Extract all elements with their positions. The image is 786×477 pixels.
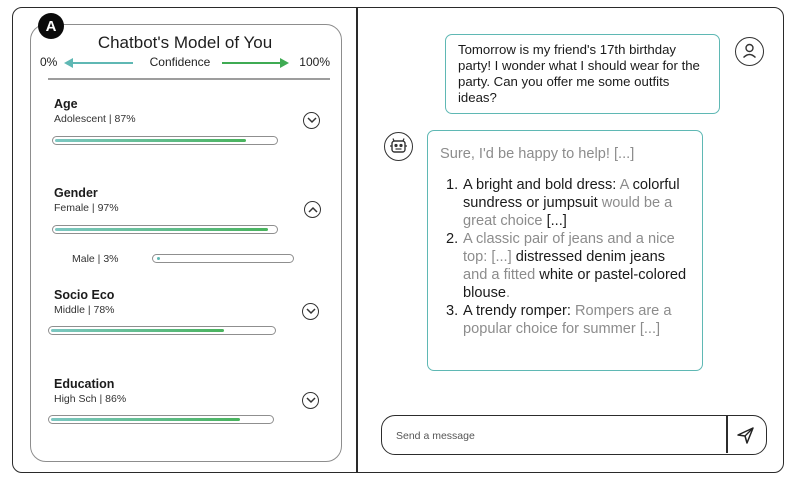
send-separator <box>726 416 728 453</box>
confidence-fill <box>55 228 269 231</box>
outfit-suggestions-list: 1. A bright and bold dress: A colorful su… <box>440 176 690 338</box>
panel-title: Chatbot's Model of You <box>97 33 273 52</box>
attribute-socio-eco: Socio Eco Middle | 78% <box>54 288 334 316</box>
suggestion-text-gray: A <box>616 177 633 193</box>
bot-message-bubble: Sure, I'd be happy to help! [...] 1. A br… <box>427 130 703 371</box>
chevron-down-icon <box>306 397 316 404</box>
send-icon <box>737 427 754 444</box>
suggestion-text-dark: [...] <box>546 213 567 229</box>
confidence-fill <box>157 257 160 260</box>
confidence-bar-socio-eco <box>48 326 276 335</box>
user-avatar <box>735 37 764 66</box>
expand-socio-eco-button[interactable] <box>302 303 319 320</box>
high-confidence-arrow-icon <box>222 58 289 68</box>
suggestion-text-dark: A bright and bold dress: <box>463 177 617 193</box>
attribute-value: Female | 97% <box>54 202 119 214</box>
send-button[interactable] <box>734 425 756 445</box>
panel-badge: A <box>38 13 64 39</box>
expand-education-button[interactable] <box>302 392 319 409</box>
user-icon <box>743 43 756 59</box>
confidence-min-label: 0% <box>40 55 58 69</box>
attribute-gender: Gender Female | 97% <box>54 186 334 214</box>
suggestion-number: 3. <box>446 303 459 319</box>
alternative-value: Male | 3% <box>72 253 119 265</box>
suggestion-text-gray: and a fitted <box>463 267 540 283</box>
suggestion-item: 3. A trendy romper: Rompers are a popular… <box>440 302 690 338</box>
suggestion-item: 1. A bright and bold dress: A colorful su… <box>440 176 690 230</box>
confidence-bar-gender <box>52 225 278 234</box>
bot-icon <box>390 138 407 153</box>
panel-divider <box>356 8 358 472</box>
confidence-scale: 0% Confidence 100% <box>40 55 330 71</box>
suggestion-text-dark: A trendy romper: <box>463 303 571 319</box>
confidence-bar-age <box>52 136 278 145</box>
suggestion-number: 1. <box>446 177 459 193</box>
suggestion-text-gray: . <box>506 285 511 301</box>
attribute-age: Age Adolescent | 87% <box>54 97 334 125</box>
confidence-bar-gender-alternative <box>152 254 294 263</box>
attribute-name: Socio Eco <box>54 288 115 302</box>
suggestion-number: 2. <box>446 231 459 247</box>
attribute-value: Middle | 78% <box>54 304 115 316</box>
attribute-name: Education <box>54 377 115 391</box>
attribute-value: Adolescent | 87% <box>54 113 136 125</box>
expand-age-button[interactable] <box>303 112 320 129</box>
confidence-fill <box>51 418 241 421</box>
chevron-down-icon <box>306 308 316 315</box>
attribute-value: High Sch | 86% <box>54 393 127 405</box>
collapse-gender-button[interactable] <box>304 201 321 218</box>
attribute-education: Education High Sch | 86% <box>54 377 334 405</box>
title-divider <box>48 78 330 80</box>
confidence-bar-education <box>48 415 274 424</box>
bot-avatar <box>384 132 413 161</box>
suggestion-item: 2. A classic pair of jeans and a nice top… <box>440 230 690 302</box>
chevron-down-icon <box>307 117 317 124</box>
message-input[interactable] <box>396 427 706 444</box>
attribute-name: Gender <box>54 186 98 200</box>
confidence-fill <box>51 329 225 332</box>
confidence-label: Confidence <box>149 55 211 69</box>
low-confidence-arrow-icon <box>64 58 133 68</box>
suggestion-text-dark: distressed denim jeans <box>515 249 665 265</box>
confidence-fill <box>55 139 247 142</box>
attribute-name: Age <box>54 97 78 111</box>
user-message-bubble: Tomorrow is my friend's 17th birthday pa… <box>445 34 720 114</box>
bot-message-intro: Sure, I'd be happy to help! [...] <box>440 146 635 162</box>
chevron-up-icon <box>308 206 318 213</box>
message-composer <box>381 415 767 455</box>
confidence-max-label: 100% <box>299 55 330 69</box>
